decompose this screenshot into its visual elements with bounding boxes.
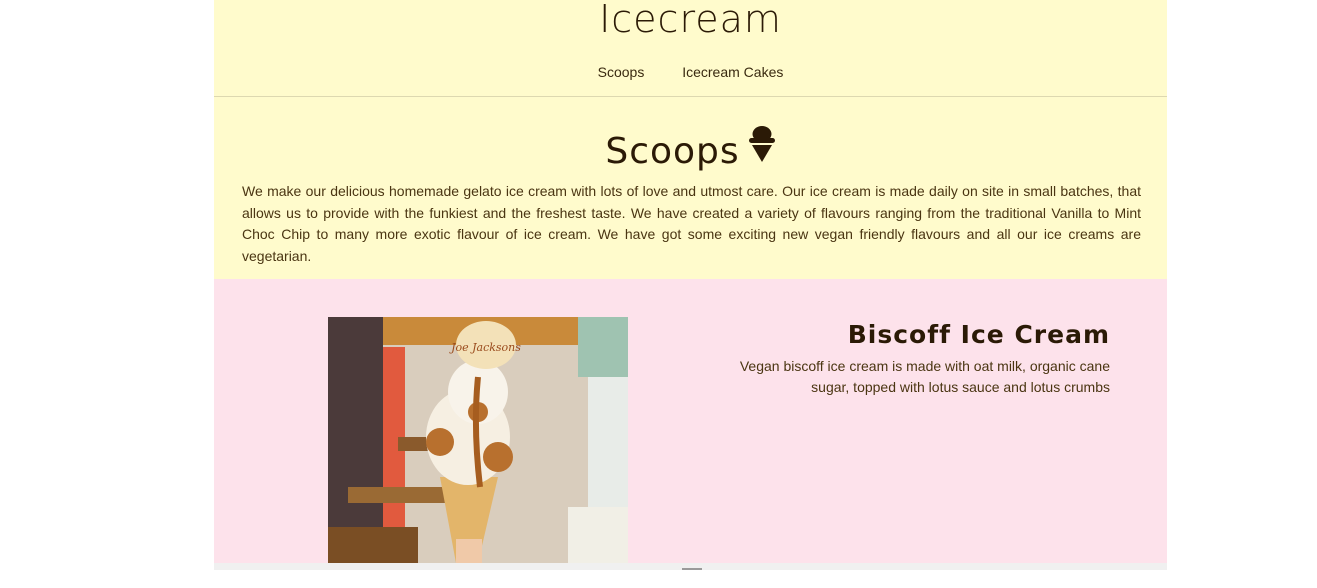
main-nav: Scoops Icecream Cakes: [214, 64, 1167, 80]
nav-item-scoops[interactable]: Scoops: [598, 64, 645, 80]
product-name: Biscoff Ice Cream: [847, 320, 1110, 349]
page: Icecream Scoops Icecream Cakes Scoops We…: [214, 0, 1167, 588]
horizontal-scrollbar[interactable]: [214, 563, 1167, 570]
scrollbar-thumb[interactable]: [682, 568, 702, 570]
wafer-logo-text: Joe Jacksons: [449, 341, 521, 354]
section-title-text: Scoops: [605, 131, 740, 172]
scoops-intro-section: Scoops We make our delicious homemade ge…: [214, 97, 1167, 279]
site-header: Icecream Scoops Icecream Cakes: [214, 0, 1167, 97]
product-description: Vegan biscoff ice cream is made with oat…: [739, 358, 1110, 395]
section-title: Scoops: [214, 126, 1167, 175]
site-title[interactable]: Icecream: [214, 0, 1167, 42]
product-photo: Joe Jacksons: [328, 317, 628, 563]
product-card-biscoff: Joe Jacksons Biscoff Ice Cream Vegan bis…: [214, 279, 1167, 563]
nav-item-icecream-cakes[interactable]: Icecream Cakes: [682, 64, 783, 80]
intro-paragraph: We make our delicious homemade gelato ic…: [242, 183, 1141, 264]
ice-cream-cone-icon: [748, 125, 776, 175]
